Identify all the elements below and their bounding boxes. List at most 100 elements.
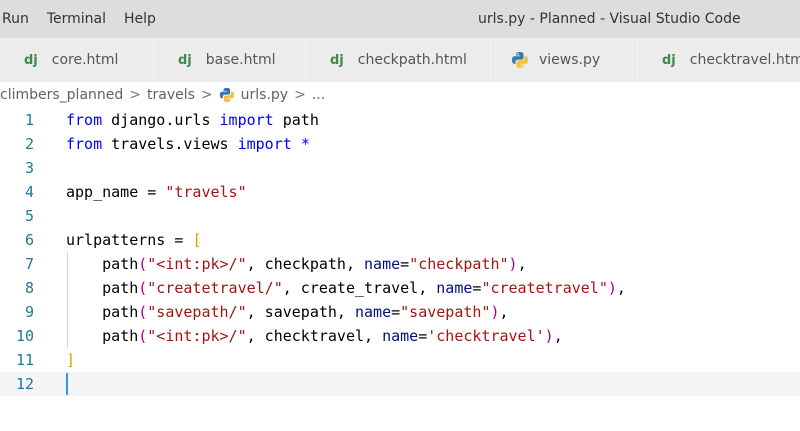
breadcrumb: climbers_planned > travels > urls.py > .…	[0, 82, 800, 108]
code-line[interactable]: 9 path("savepath/", savepath, name="save…	[0, 300, 800, 324]
code-token: ,	[499, 303, 509, 321]
code-token: )	[508, 255, 518, 273]
code-line[interactable]: 8 path("createtravel/", create_travel, n…	[0, 276, 800, 300]
code-token: app_name =	[66, 183, 166, 201]
code-token: , checkpath,	[246, 255, 365, 273]
tab-checkpath-html[interactable]: dj checkpath.html	[306, 38, 491, 82]
code-token: "savepath/"	[147, 303, 247, 321]
line-number: 12	[15, 375, 34, 393]
text-cursor	[66, 373, 68, 395]
breadcrumb-item[interactable]: climbers_planned	[0, 87, 123, 103]
code-token: urlpatterns =	[66, 231, 193, 249]
code-line[interactable]: 4 app_name = "travels"	[0, 180, 800, 204]
code-token: path	[273, 111, 319, 129]
code-token: , checktravel,	[246, 327, 383, 345]
line-number: 2	[24, 135, 34, 153]
tab-label: checkpath.html	[357, 52, 467, 68]
code-token: path	[66, 279, 139, 297]
code-token: path	[66, 303, 139, 321]
code-token: "createtravel/"	[147, 279, 283, 297]
breadcrumb-separator: >	[129, 87, 141, 103]
code-token: )	[490, 303, 500, 321]
code-token: [	[192, 231, 202, 249]
code-token: from	[66, 135, 103, 153]
code-editor[interactable]: 1 from django.urls import path 2 from trave…	[0, 108, 800, 431]
code-line[interactable]: 3	[0, 156, 800, 180]
line-number: 1	[24, 111, 34, 129]
code-text: path("<int:pk>/", checkpath, name="check…	[66, 252, 527, 276]
tab-label: base.html	[205, 52, 276, 68]
line-number: 4	[24, 183, 34, 201]
code-line[interactable]: 10 path("<int:pk>/", checktravel, name='…	[0, 324, 800, 348]
code-line[interactable]: 6 urlpatterns = [	[0, 228, 800, 252]
code-token: =	[400, 255, 410, 273]
code-token: =	[418, 327, 428, 345]
breadcrumb-item[interactable]: travels	[147, 87, 195, 103]
code-token: "<int:pk>/"	[147, 255, 247, 273]
code-token: (	[138, 327, 148, 345]
code-token: ,	[553, 327, 563, 345]
code-text: ]	[66, 348, 75, 372]
code-token: name	[364, 255, 401, 273]
code-token: *	[300, 135, 310, 153]
tab-base-html[interactable]: dj base.html	[154, 38, 306, 82]
window-title: urls.py - Planned - Visual Studio Code	[478, 11, 741, 27]
code-token: ]	[66, 351, 76, 369]
code-token: ,	[616, 279, 626, 297]
breadcrumb-separator: >	[294, 87, 306, 103]
code-line[interactable]: 7 path("<int:pk>/", checkpath, name="che…	[0, 252, 800, 276]
code-token: , savepath,	[246, 303, 355, 321]
code-token: "checkpath"	[409, 255, 509, 273]
code-token: "createtravel"	[481, 279, 608, 297]
code-text: path("<int:pk>/", checktravel, name='che…	[66, 324, 563, 348]
code-text: urlpatterns = [	[66, 228, 201, 252]
code-token: (	[138, 255, 148, 273]
code-line[interactable]: 5	[0, 204, 800, 228]
code-token: path	[66, 255, 139, 273]
line-number: 9	[24, 303, 34, 321]
tab-views-py[interactable]: views.py	[491, 38, 638, 82]
code-line[interactable]: 11]	[0, 348, 800, 372]
menu-terminal[interactable]: Terminal	[38, 0, 115, 38]
code-token: "savepath"	[400, 303, 491, 321]
line-number: 7	[24, 255, 34, 273]
code-token: "<int:pk>/"	[147, 327, 247, 345]
code-token: "travels"	[165, 183, 247, 201]
code-token: import	[219, 111, 274, 129]
tab-core-html[interactable]: dj core.html	[0, 38, 154, 82]
code-line[interactable]: 12	[0, 372, 800, 396]
line-number: 10	[15, 327, 34, 345]
breadcrumb-separator: >	[200, 87, 213, 103]
menu-run[interactable]: Run	[0, 0, 38, 38]
code-token: path	[66, 327, 139, 345]
editor-tab-bar: dj core.html dj base.html dj checkpath.h…	[0, 38, 800, 82]
django-icon: dj	[24, 52, 38, 68]
tab-label: checktravel.html	[689, 52, 800, 68]
python-icon	[511, 51, 529, 69]
menu-help[interactable]: Help	[115, 0, 165, 38]
code-token: )	[544, 327, 554, 345]
code-token: 'checktravel'	[427, 327, 545, 345]
django-icon: dj	[178, 52, 192, 68]
code-text: path("savepath/", savepath, name="savepa…	[66, 300, 509, 324]
code-line[interactable]: 1 from django.urls import path	[0, 108, 800, 132]
django-icon: dj	[330, 52, 344, 68]
code-token: )	[607, 279, 617, 297]
tab-checktravel-html[interactable]: dj checktravel.html	[638, 38, 800, 82]
code-token: ,	[517, 255, 527, 273]
code-token: import	[237, 135, 292, 153]
code-token: travels.views	[102, 135, 238, 153]
code-line[interactable]: 2 from travels.views import *	[0, 132, 800, 156]
breadcrumb-item[interactable]: ...	[312, 87, 325, 103]
code-token: , create_travel,	[282, 279, 437, 297]
code-token: django.urls	[102, 111, 220, 129]
line-number: 6	[24, 231, 34, 249]
title-bar: Run Terminal Help urls.py - Planned - Vi…	[0, 0, 800, 38]
breadcrumb-item[interactable]: urls.py	[241, 87, 288, 103]
code-text: path("createtravel/", create_travel, nam…	[66, 276, 626, 300]
code-token: name	[355, 303, 392, 321]
tab-label: views.py	[539, 52, 601, 68]
code-text: app_name = "travels"	[66, 180, 247, 204]
code-text: from travels.views import *	[66, 132, 310, 156]
